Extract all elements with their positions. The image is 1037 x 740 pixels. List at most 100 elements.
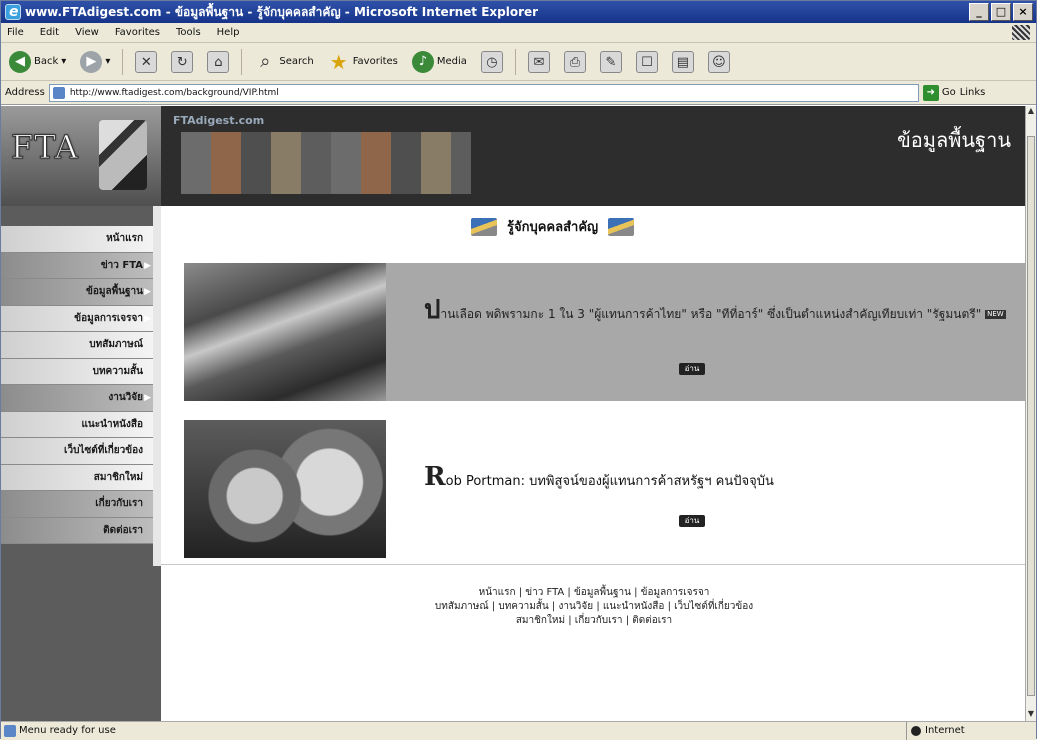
edit-button[interactable]: ✎ xyxy=(596,49,626,75)
nav-negotiation-label: ข้อมูลการเจรจา xyxy=(74,312,143,324)
search-icon: ⌕ xyxy=(260,50,271,72)
article-dropcap: ป xyxy=(424,295,441,325)
close-button[interactable]: × xyxy=(1013,3,1033,21)
messenger-button[interactable]: ☺ xyxy=(704,49,734,75)
forward-button[interactable]: ▶ ▾ xyxy=(76,49,114,75)
window-controls: _ □ × xyxy=(969,3,1033,21)
nav-books[interactable]: แนะนำหนังสือ xyxy=(1,411,153,438)
read-more-button[interactable]: อ่าน xyxy=(679,515,705,527)
page-heading: รู้จักบุคคลสำคัญ xyxy=(471,216,635,237)
minimize-button[interactable]: _ xyxy=(969,3,989,21)
scroll-thumb[interactable] xyxy=(1027,136,1035,696)
submenu-caret-icon: ▶ xyxy=(144,393,151,403)
fta-logo[interactable]: FTA xyxy=(1,106,161,206)
history-button[interactable]: ◷ xyxy=(477,49,507,75)
article-dropcap: R xyxy=(424,462,446,492)
nav-research-label: งานวิจัย xyxy=(108,392,143,403)
footer-line[interactable]: หน้าแรก | ข่าว FTA | ข้อมูลพื้นฐาน | ข้อ… xyxy=(161,586,1027,600)
left-nav: หน้าแรก ข่าว FTA ▶ ข้อมูลพื้นฐาน ▶ ข้อมูลก… xyxy=(1,226,153,544)
footer-links: หน้าแรก | ข่าว FTA | ข้อมูลพื้นฐาน | ข้อ… xyxy=(161,586,1027,628)
article-card: ปานเลือด พดิพรามกะ 1 ใน 3 "ผู้แทนการค้าไ… xyxy=(184,263,1027,401)
browser-window: www.FTAdigest.com - ข้อมูลพื้นฐาน - รู้จ… xyxy=(0,0,1037,740)
site-banner: FTAdigest.com ข้อมูลพื้นฐาน xyxy=(161,106,1027,206)
article-card: Rob Portman: บทพิสูจน์ของผู้แทนการค้าสหร… xyxy=(184,420,1027,558)
go-button[interactable]: ➜ Go xyxy=(922,84,956,101)
address-input[interactable]: http://www.ftadigest.com/background/VIP.… xyxy=(48,83,919,102)
nav-short-articles[interactable]: บทความสั้น xyxy=(1,358,153,385)
forward-arrow-icon: ▶ xyxy=(80,50,103,73)
heading-decoration-icon xyxy=(471,217,497,236)
vertical-scrollbar[interactable]: ▲ ▼ xyxy=(1025,106,1036,721)
back-button[interactable]: ◀ Back ▾ xyxy=(5,49,70,75)
menu-help[interactable]: Help xyxy=(217,27,240,38)
toolbar-separator xyxy=(122,48,124,75)
refresh-icon: ↻ xyxy=(171,50,194,73)
research-button[interactable]: ▤ xyxy=(668,49,698,75)
nav-about[interactable]: เกี่ยวกับเรา xyxy=(1,491,153,518)
stop-button[interactable]: ✕ xyxy=(131,49,161,75)
article-summary: ปานเลือด พดิพรามกะ 1 ใน 3 "ผู้แทนการค้าไ… xyxy=(424,297,1014,323)
discuss-icon: ☐ xyxy=(635,50,658,73)
back-dropdown-icon[interactable]: ▾ xyxy=(61,56,66,67)
banner-photo-collage xyxy=(181,132,471,194)
edit-icon: ✎ xyxy=(599,50,622,73)
footer-line[interactable]: บทสัมภาษณ์ | บทความสั้น | งานวิจัย | แนะ… xyxy=(161,600,1027,614)
refresh-button[interactable]: ↻ xyxy=(167,49,197,75)
fta-emblem-icon xyxy=(99,120,147,190)
favorites-button[interactable]: ★ Favorites xyxy=(324,49,402,75)
forward-dropdown-icon[interactable]: ▾ xyxy=(105,56,110,67)
menu-bar: File Edit View Favorites Tools Help xyxy=(1,23,1036,43)
nav-research[interactable]: งานวิจัย ▶ xyxy=(1,385,153,412)
media-button[interactable]: ♪ Media xyxy=(408,49,471,75)
maximize-button[interactable]: □ xyxy=(991,3,1011,21)
page-icon xyxy=(52,86,65,99)
menu-edit[interactable]: Edit xyxy=(40,27,59,38)
fta-logo-text: FTA xyxy=(11,128,79,167)
messenger-icon: ☺ xyxy=(707,50,730,73)
article-photo xyxy=(184,420,386,558)
stop-icon: ✕ xyxy=(135,50,158,73)
toolbar-separator xyxy=(514,48,516,75)
media-label: Media xyxy=(436,56,467,67)
address-url: http://www.ftadigest.com/background/VIP.… xyxy=(69,87,279,98)
print-button[interactable]: ⎙ xyxy=(560,49,590,75)
nav-background[interactable]: ข้อมูลพื้นฐาน ▶ xyxy=(1,279,153,306)
media-icon: ♪ xyxy=(411,50,434,73)
page-content: FTA หน้าแรก ข่าว FTA ▶ ข้อมูลพื้นฐาน ▶ ข้อ… xyxy=(1,106,1027,721)
nav-negotiation[interactable]: ข้อมูลการเจรจา ▶ xyxy=(1,305,153,332)
favorites-label: Favorites xyxy=(352,56,398,67)
footer-line[interactable]: สมาชิกใหม่ | เกี่ยวกับเรา | ติดต่อเรา xyxy=(161,614,1027,628)
heading-decoration-icon xyxy=(608,217,635,236)
research-icon: ▤ xyxy=(671,50,694,73)
menu-favorites[interactable]: Favorites xyxy=(115,27,160,38)
nav-home[interactable]: หน้าแรก xyxy=(1,226,153,253)
nav-contact[interactable]: ติดต่อเรา xyxy=(1,517,153,544)
nav-related-sites[interactable]: เว็บไซต์ที่เกี่ยวข้อง xyxy=(1,438,153,465)
back-arrow-icon: ◀ xyxy=(9,50,31,73)
submenu-caret-icon: ▶ xyxy=(144,313,151,324)
discuss-button[interactable]: ☐ xyxy=(632,49,662,75)
read-more-button[interactable]: อ่าน xyxy=(679,363,705,375)
menu-view[interactable]: View xyxy=(75,27,99,38)
toolbar-separator xyxy=(241,48,243,75)
home-button[interactable]: ⌂ xyxy=(203,49,233,75)
nav-interviews[interactable]: บทสัมภาษณ์ xyxy=(1,332,153,359)
back-label: Back xyxy=(34,56,59,67)
search-button[interactable]: ⌕ Search xyxy=(250,49,317,75)
page-heading-text: รู้จักบุคคลสำคัญ xyxy=(507,220,599,235)
article-text: ob Portman: บทพิสูจน์ของผู้แทนการค้าสหรั… xyxy=(445,474,774,489)
menu-file[interactable]: File xyxy=(7,27,24,38)
menu-tools[interactable]: Tools xyxy=(176,27,201,38)
links-button[interactable]: Links xyxy=(960,87,986,98)
ie-icon xyxy=(5,1,21,23)
go-label: Go xyxy=(941,87,956,98)
nav-register[interactable]: สมาชิกใหม่ xyxy=(1,464,153,491)
home-icon: ⌂ xyxy=(207,50,230,73)
article-text: านเลือด พดิพรามกะ 1 ใน 3 "ผู้แทนการค้าไท… xyxy=(440,307,982,321)
footer-divider xyxy=(161,564,1027,565)
mail-button[interactable]: ✉ xyxy=(524,49,554,75)
scroll-down-icon[interactable]: ▼ xyxy=(1026,709,1036,721)
internet-globe-icon xyxy=(911,726,921,736)
scroll-up-icon[interactable]: ▲ xyxy=(1026,106,1036,118)
nav-fta-news[interactable]: ข่าว FTA ▶ xyxy=(1,252,153,279)
